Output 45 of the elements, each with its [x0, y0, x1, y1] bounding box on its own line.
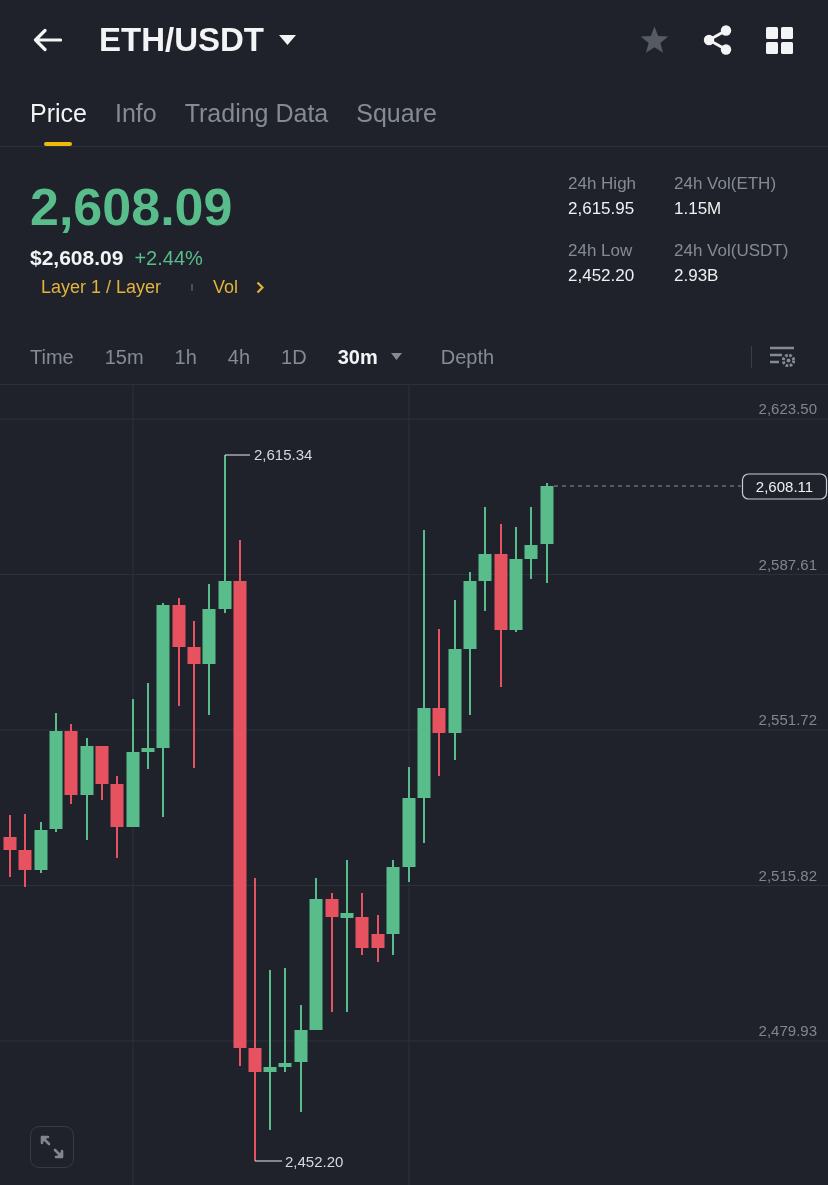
stat-label: 24h Vol(USDT): [674, 240, 790, 262]
caret-down-icon: [279, 35, 296, 45]
back-arrow-icon[interactable]: [33, 28, 62, 52]
star-icon[interactable]: [640, 26, 669, 54]
last-price: 2,608.09: [30, 177, 234, 237]
leader-line: [224, 454, 251, 456]
chevron-right-icon[interactable]: [256, 280, 265, 294]
chart-option[interactable]: 15m: [104, 343, 144, 370]
axis-label: 2,515.82: [758, 866, 817, 884]
axis-label: 2,623.50: [758, 400, 817, 417]
expand-icon: [40, 1135, 64, 1159]
chart-option[interactable]: Time: [30, 343, 74, 370]
stat-value: 2.93B: [674, 265, 720, 287]
stat-label: 24h Vol(ETH): [674, 173, 778, 195]
price-change: +2.44%: [134, 246, 203, 271]
stat-label: 24h Low: [568, 240, 634, 262]
tab[interactable]: Trading Data: [184, 98, 329, 146]
candle: [3, 814, 17, 878]
usd-price: $2,608.09: [30, 245, 124, 271]
chart-option[interactable]: 30m: [337, 343, 402, 370]
high-price-label: 2,615.34: [254, 446, 313, 463]
stat-value: 2,452.20: [568, 265, 636, 287]
leader-line: [254, 1160, 283, 1162]
chart-option[interactable]: 1D: [281, 343, 307, 370]
tab[interactable]: Price: [30, 98, 87, 146]
tag-link[interactable]: Vol: [213, 275, 239, 299]
share-icon[interactable]: [703, 25, 732, 55]
tab[interactable]: Square: [356, 98, 437, 146]
axis-label: 2,587.61: [758, 555, 817, 573]
chart-settings-icon[interactable]: [769, 346, 795, 367]
axis-label: 2,551.72: [758, 711, 817, 728]
chart-option[interactable]: Depth: [440, 343, 495, 370]
expand-button[interactable]: [30, 1126, 74, 1168]
grid-icon[interactable]: [766, 26, 793, 54]
pair-title[interactable]: ETH/USDT: [99, 20, 296, 60]
tag-link[interactable]: Layer 1 / Layer: [41, 275, 162, 299]
stat-value: 1.15M: [674, 198, 723, 220]
stat-label: 24h High: [568, 173, 638, 195]
stat-value: 2,615.95: [568, 198, 636, 220]
chart-option[interactable]: 4h: [227, 343, 251, 370]
chart-option[interactable]: 1h: [174, 343, 197, 370]
low-price-label: 2,452.20: [285, 1153, 344, 1170]
last-price-tag: 2,608.11: [741, 473, 828, 500]
axis-label: 2,479.93: [758, 1022, 817, 1039]
tab[interactable]: Info: [114, 98, 157, 146]
